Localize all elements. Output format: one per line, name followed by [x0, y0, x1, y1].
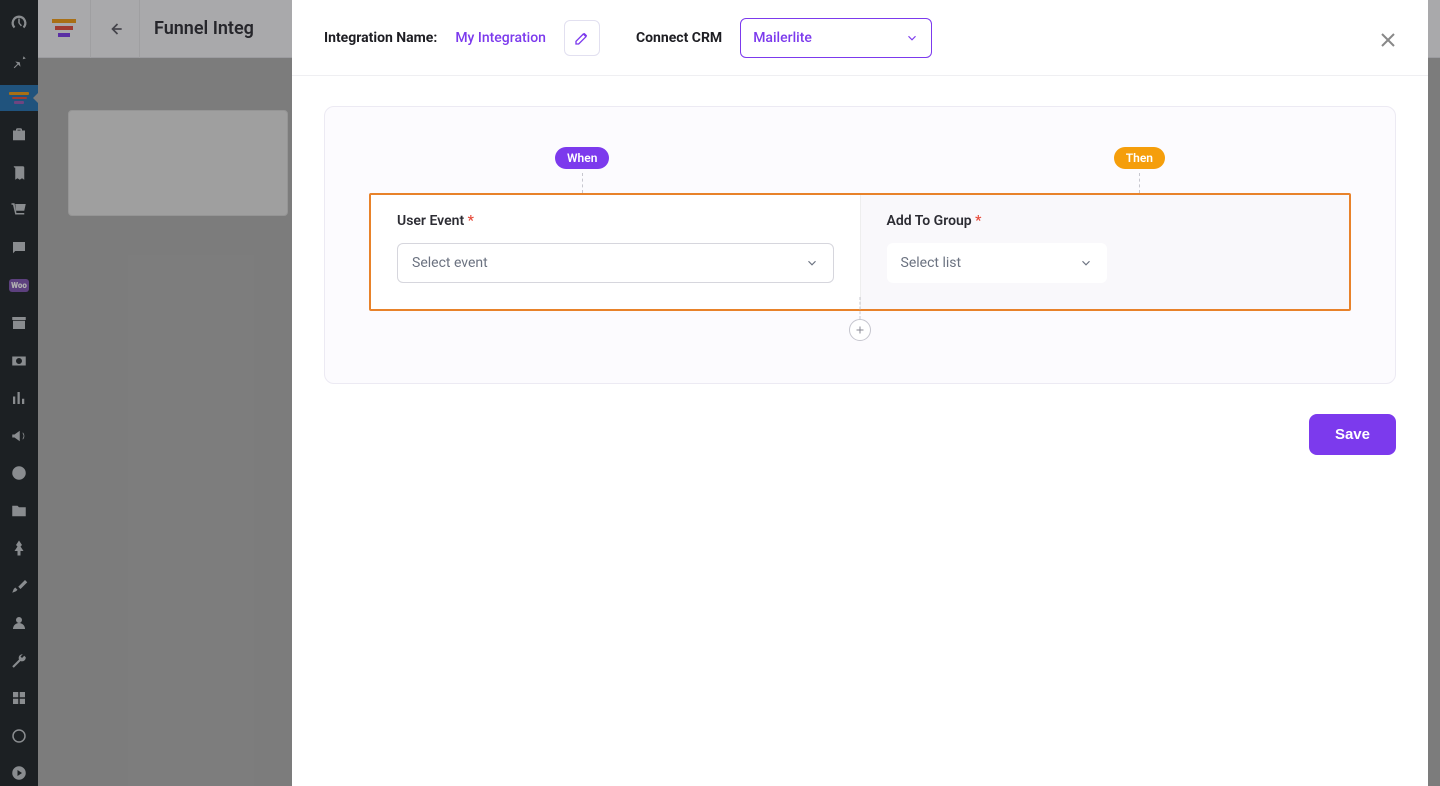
integration-name-label: Integration Name: [324, 30, 437, 46]
add-connector-line [860, 297, 861, 319]
modal-body: When Then User Event * Select event [292, 76, 1428, 485]
add-to-group-dropdown[interactable]: Select list [887, 243, 1107, 283]
close-button[interactable] [1376, 28, 1400, 52]
connect-crm-label: Connect CRM [636, 30, 722, 46]
integration-modal: Integration Name: My Integration Connect… [292, 0, 1428, 786]
dash-connector [582, 173, 583, 193]
edit-name-button[interactable] [564, 20, 600, 56]
dash-connector [1139, 173, 1140, 193]
save-row: Save [324, 414, 1396, 455]
user-event-dropdown[interactable]: Select event [397, 243, 834, 283]
close-icon [1376, 28, 1400, 52]
badge-row: When Then [369, 147, 1351, 193]
integration-name-value: My Integration [455, 30, 546, 46]
required-marker: * [468, 213, 474, 229]
user-event-label: User Event * [397, 213, 834, 229]
add-to-group-placeholder: Select list [901, 255, 962, 271]
when-badge: When [555, 147, 609, 169]
chevron-down-icon [805, 256, 819, 270]
plus-icon [854, 324, 866, 336]
required-marker: * [975, 213, 981, 229]
modal-header: Integration Name: My Integration Connect… [292, 0, 1428, 76]
save-button[interactable]: Save [1309, 414, 1396, 455]
pencil-icon [574, 30, 590, 46]
rule-card: When Then User Event * Select event [324, 106, 1396, 384]
crm-select-value: Mailerlite [753, 30, 812, 46]
when-cell: User Event * Select event [371, 195, 860, 309]
chevron-down-icon [1079, 256, 1093, 270]
crm-select[interactable]: Mailerlite [740, 18, 932, 58]
user-event-placeholder: Select event [412, 255, 488, 271]
add-rule-button[interactable] [849, 319, 871, 341]
add-to-group-label: Add To Group * [887, 213, 1324, 229]
rule-row-highlighted: User Event * Select event Add To Group *… [369, 193, 1351, 311]
then-cell: Add To Group * Select list [860, 195, 1350, 309]
then-badge: Then [1114, 147, 1165, 169]
chevron-down-icon [905, 31, 919, 45]
